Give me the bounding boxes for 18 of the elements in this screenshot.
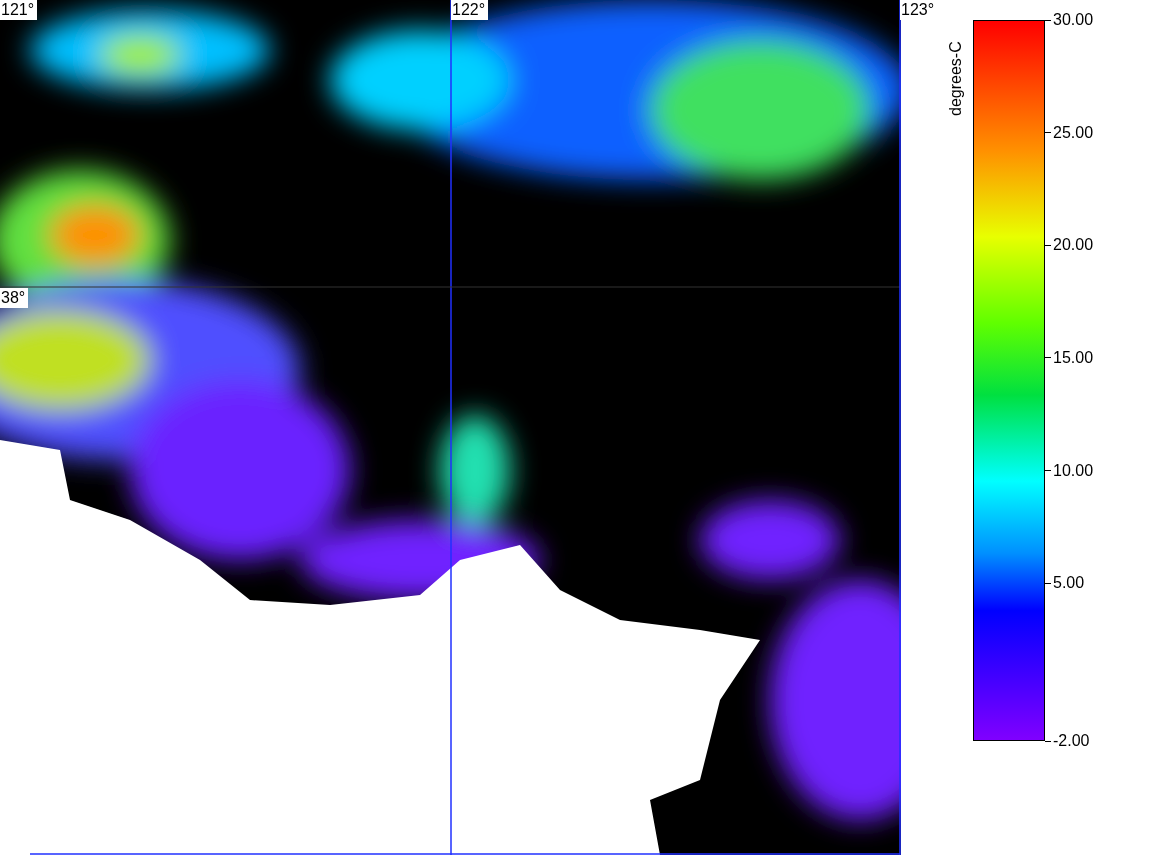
tick-mark [1045,740,1051,742]
tick-label: 15.00 [1053,348,1094,367]
tick-label: 30.00 [1053,11,1094,29]
tick-mark [1045,19,1051,21]
longitude-label: 121° [0,0,38,20]
tick-mark [1045,244,1051,246]
tick-mark [1045,357,1051,359]
tick-label: 25.00 [1053,123,1094,142]
latitude-label: 38° [0,288,29,308]
tick-label: 20.00 [1053,236,1094,255]
tick-mark [1045,582,1051,584]
tick-mark [1045,132,1051,134]
tick-label: -2.00 [1053,732,1090,750]
tick-label: 5.00 [1053,574,1085,593]
tick-mark [1045,470,1051,472]
tick-label: 10.00 [1053,461,1094,480]
legend-title: degrees-C [947,40,965,116]
longitude-label: 122° [451,0,489,20]
